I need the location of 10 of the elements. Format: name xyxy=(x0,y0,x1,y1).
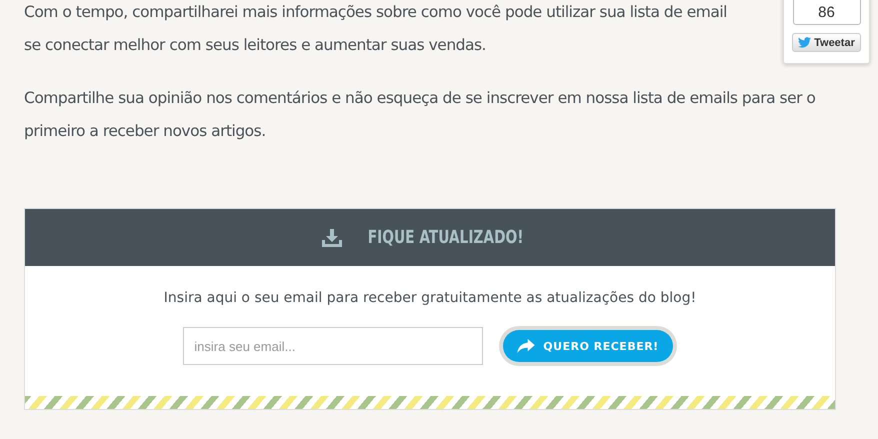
paragraph: Compartilhe sua opinião nos comentários e não esqueça de se inscrever em nossa lista de emails para ser o primeiro a receber novos artigos. xyxy=(24,88,816,142)
paragraph: Com o tempo, compartilharei mais informações sobre como você pode utilizar sua lista de email se conectar melhor com seus leitores e aumentar suas vendas. xyxy=(24,2,727,56)
download-icon xyxy=(322,228,342,246)
share-arrow-icon xyxy=(517,339,536,353)
subscribe-title: FIQUE ATUALIZADO! xyxy=(368,227,524,248)
subscribe-description: Insira aqui o seu email para receber gratuitamente as atualizações do blog! xyxy=(162,290,698,306)
share-count: 86 xyxy=(792,0,860,25)
bird-icon xyxy=(798,37,812,48)
email-field[interactable]: insira seu email... xyxy=(183,327,484,365)
tweet-button[interactable]: Tweetar xyxy=(792,33,861,52)
